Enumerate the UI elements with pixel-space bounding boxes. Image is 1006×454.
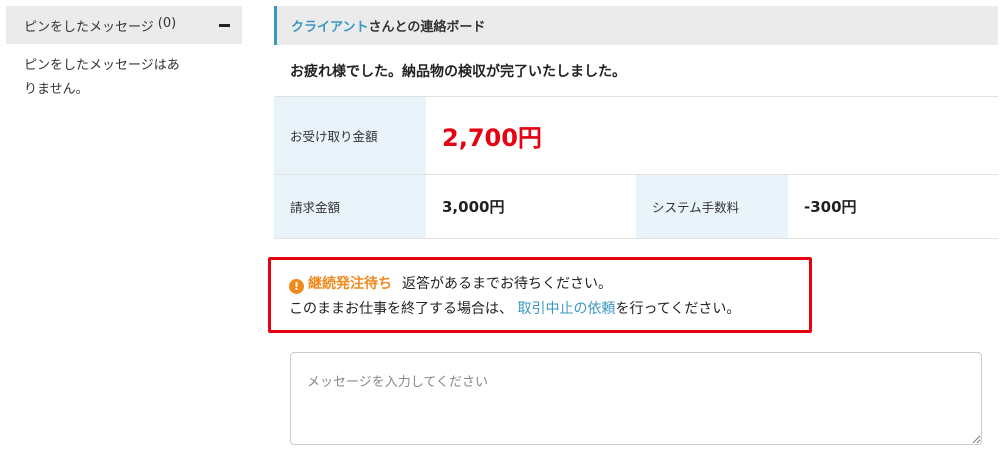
system-fee-cell: -300円 <box>788 174 998 239</box>
alert-status-message: 返答があるまでお待ちください。 <box>402 276 612 292</box>
alert-status-label: 継続発注待ち <box>308 276 392 292</box>
invoice-amount-value: 3,000円 <box>442 197 505 216</box>
alert-line-2-suffix: を行ってください。 <box>615 301 741 317</box>
table-row: 請求金額 3,000円 システム手数料 -300円 <box>274 174 998 239</box>
invoice-amount-cell: 3,000円 <box>426 174 636 239</box>
receive-amount-cell: 2,700円 <box>426 97 998 175</box>
receive-amount-label: お受け取り金額 <box>274 97 426 175</box>
exclamation-icon: ! <box>289 279 304 294</box>
invoice-amount-label: 請求金額 <box>274 174 426 239</box>
inspection-complete-notice: お疲れ様でした。納品物の検収が完了いたしました。 <box>274 45 998 97</box>
pinned-messages-count: (0) <box>157 15 177 31</box>
waiting-order-alert: ! 継続発注待ち 返答があるまでお待ちください。 このままお仕事を終了する場合は、 … <box>268 257 812 333</box>
cancel-request-link[interactable]: 取引中止の依頼 <box>517 301 615 317</box>
board-title-suffix: さんとの連絡ボード <box>368 20 486 35</box>
client-name: クライアント <box>291 20 369 35</box>
alert-line-2: このままお仕事を終了する場合は、 取引中止の依頼を行ってください。 <box>289 297 809 322</box>
page: ピンをしたメッセージ (0) ピンをしたメッセージはありません。 クライアント … <box>0 0 1006 454</box>
pinned-messages-empty-text: ピンをしたメッセージはありません。 <box>24 58 180 97</box>
table-row: お受け取り金額 2,700円 <box>274 97 998 175</box>
main-content: クライアント さんとの連絡ボード お疲れ様でした。納品物の検収が完了いたしました… <box>274 6 998 239</box>
pinned-messages-label: ピンをしたメッセージ <box>24 19 154 35</box>
message-input[interactable] <box>290 352 982 445</box>
board-title: クライアント さんとの連絡ボード <box>274 6 998 45</box>
amount-table: お受け取り金額 2,700円 請求金額 3,000円 システム手数料 -300円 <box>274 97 998 239</box>
receive-amount-value: 2,700円 <box>442 123 542 152</box>
collapse-minus-icon[interactable] <box>219 23 230 27</box>
system-fee-value: -300円 <box>804 197 857 216</box>
pinned-messages-title: ピンをしたメッセージ (0) <box>24 16 176 35</box>
alert-line-2-prefix: このままお仕事を終了する場合は、 <box>289 301 513 317</box>
system-fee-label: システム手数料 <box>636 174 788 239</box>
pinned-messages-header[interactable]: ピンをしたメッセージ (0) <box>6 6 242 44</box>
alert-line-1: ! 継続発注待ち 返答があるまでお待ちください。 <box>289 272 809 297</box>
sidebar: ピンをしたメッセージ (0) ピンをしたメッセージはありません。 <box>6 6 242 102</box>
